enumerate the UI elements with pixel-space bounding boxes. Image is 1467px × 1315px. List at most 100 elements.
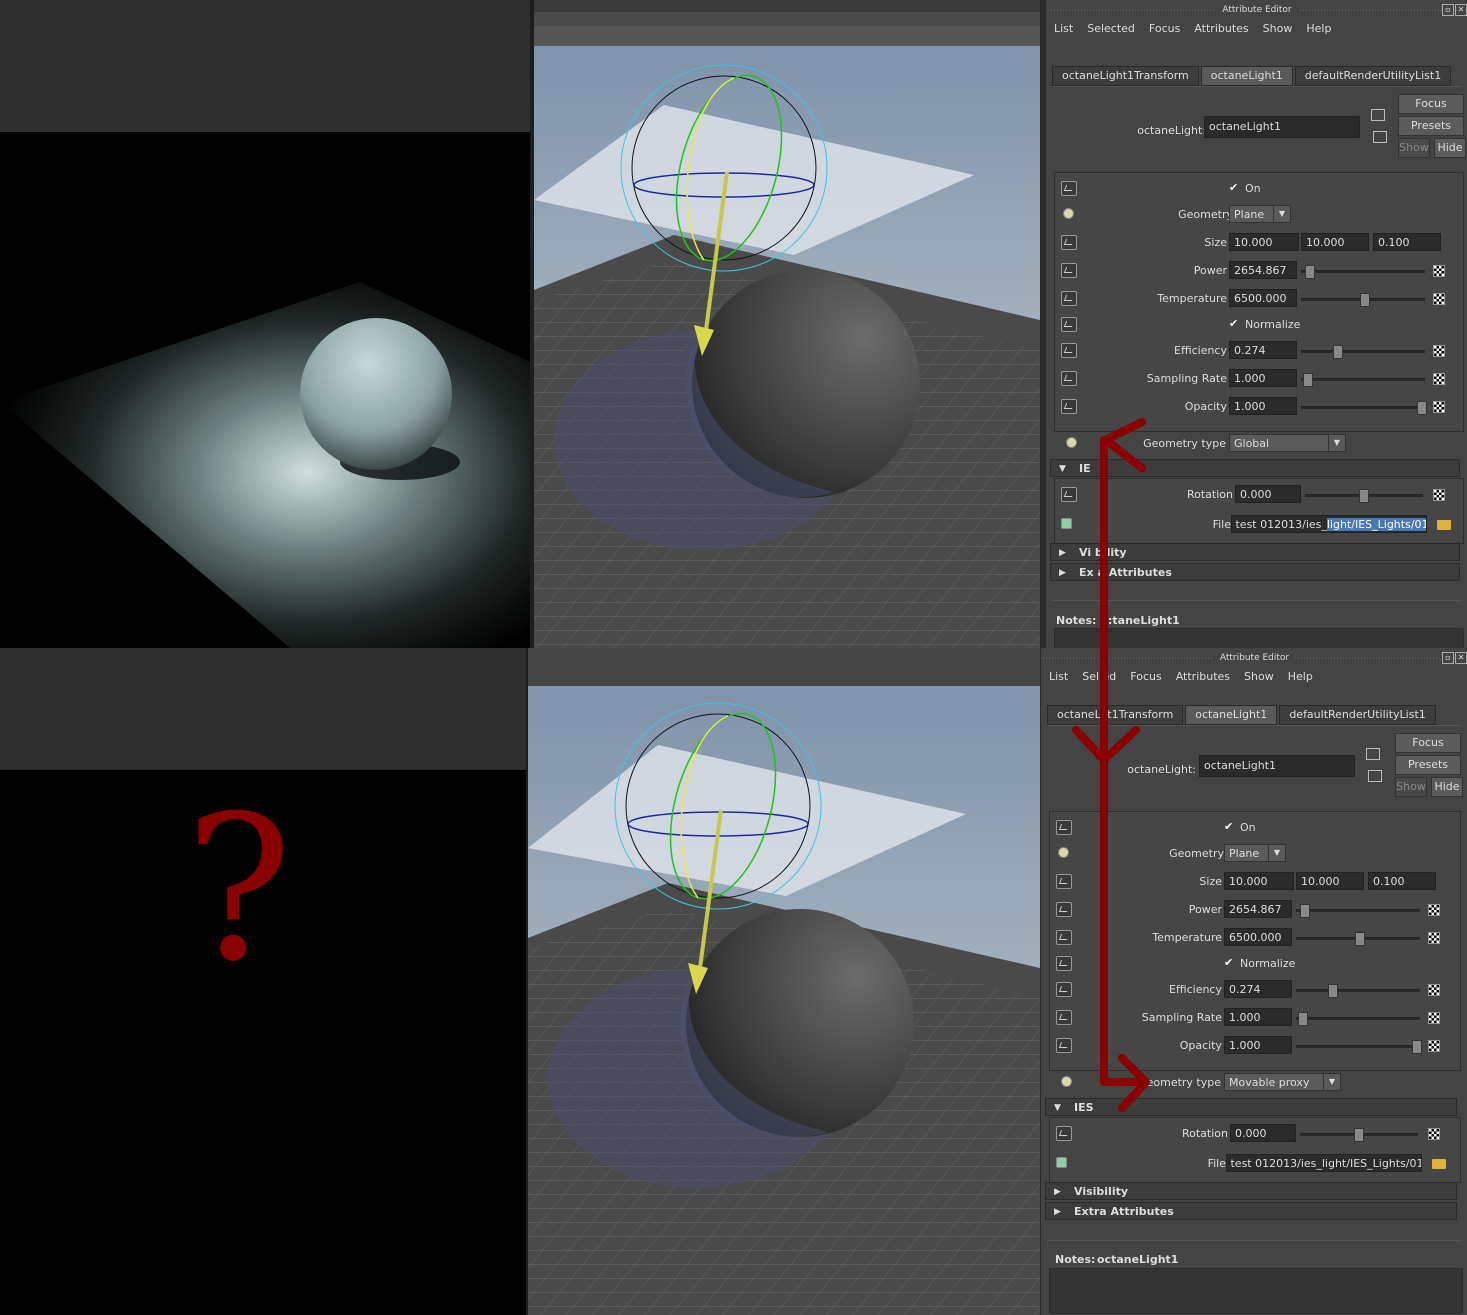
notes-text-area[interactable] (1054, 628, 1464, 648)
restore-icon[interactable]: ▫ (1442, 652, 1454, 664)
connection-icon[interactable] (1061, 181, 1077, 196)
normalize-checkbox[interactable]: ✔ (1224, 957, 1235, 968)
slider-handle[interactable] (1360, 293, 1370, 307)
checker-map-icon[interactable] (1428, 932, 1440, 944)
rotation-slider[interactable] (1305, 489, 1423, 503)
notes-text-area[interactable] (1049, 1268, 1463, 1314)
opacity-field[interactable]: 1.000 (1229, 397, 1297, 415)
efficiency-slider[interactable] (1301, 345, 1425, 359)
map-connection-icon[interactable] (1061, 235, 1077, 250)
checker-map-icon[interactable] (1433, 265, 1445, 277)
power-field[interactable]: 2654.867 (1224, 900, 1292, 918)
geometry-type-dropdown[interactable]: Movable proxy ▼ (1224, 1073, 1341, 1091)
tab-octane-light[interactable]: octaneLight1 (1185, 705, 1278, 725)
hide-button[interactable]: Hide (1431, 777, 1463, 797)
size-y-field[interactable]: 10.000 (1301, 233, 1369, 251)
node-name-field[interactable]: octaneLight1 (1204, 116, 1360, 138)
slider-handle[interactable] (1412, 1040, 1422, 1054)
close-icon[interactable]: ✕ (1455, 4, 1467, 16)
checker-map-icon[interactable] (1428, 904, 1440, 916)
presets-button[interactable]: Presets (1398, 116, 1464, 136)
menu-help[interactable]: Help (1306, 22, 1331, 40)
focus-button[interactable]: Focus (1395, 733, 1461, 753)
efficiency-field[interactable]: 0.274 (1229, 341, 1297, 359)
map-connection-icon[interactable] (1061, 399, 1077, 414)
geometry-type-dropdown[interactable]: Global ▼ (1229, 434, 1346, 452)
sampling-rate-field[interactable]: 1.000 (1224, 1008, 1292, 1026)
section-visibility[interactable]: ▶ Visibility (1045, 1182, 1457, 1200)
on-checkbox[interactable]: ✔ (1229, 182, 1240, 193)
map-connection-icon[interactable] (1061, 371, 1077, 386)
size-y-field[interactable]: 10.000 (1296, 872, 1364, 890)
power-slider[interactable] (1296, 904, 1420, 918)
slider-handle[interactable] (1303, 373, 1313, 387)
normalize-checkbox[interactable]: ✔ (1229, 318, 1240, 329)
menu-attributes[interactable]: Attributes (1176, 670, 1230, 688)
size-x-field[interactable]: 10.000 (1229, 233, 1299, 251)
folder-icon[interactable] (1432, 1159, 1446, 1169)
slider-handle[interactable] (1355, 932, 1365, 946)
section-extra-attributes[interactable]: ▶ Extra Attributes (1045, 1202, 1457, 1220)
temperature-field[interactable]: 6500.000 (1229, 289, 1297, 307)
output-connection-icon[interactable] (1373, 131, 1387, 143)
menu-attributes[interactable]: Attributes (1194, 22, 1248, 40)
opacity-field[interactable]: 1.000 (1224, 1036, 1292, 1054)
opacity-slider[interactable] (1296, 1040, 1422, 1054)
focus-button[interactable]: Focus (1398, 94, 1464, 114)
file-node-icon[interactable] (1056, 1157, 1067, 1168)
input-connection-icon[interactable] (1371, 109, 1385, 121)
map-connection-icon[interactable] (1061, 487, 1077, 502)
output-connection-icon[interactable] (1368, 770, 1382, 782)
connection-icon[interactable] (1056, 820, 1072, 835)
tab-render-utility[interactable]: defaultRenderUtilityList1 (1279, 705, 1436, 725)
temperature-slider[interactable] (1301, 293, 1425, 307)
folder-icon[interactable] (1437, 520, 1451, 530)
checker-map-icon[interactable] (1428, 1040, 1440, 1052)
viewport-bottom[interactable] (528, 648, 1040, 1315)
viewport-top[interactable] (534, 0, 1040, 648)
sampling-rate-slider[interactable] (1301, 373, 1425, 387)
power-slider[interactable] (1301, 265, 1425, 279)
slider-handle[interactable] (1359, 489, 1369, 503)
close-icon[interactable]: ✕ (1455, 652, 1467, 664)
rotation-slider[interactable] (1300, 1128, 1418, 1142)
slider-handle[interactable] (1333, 345, 1343, 359)
restore-icon[interactable]: ▫ (1442, 4, 1454, 16)
tab-octane-light[interactable]: octaneLight1 (1200, 66, 1293, 86)
geometry-dropdown[interactable]: Plane ▼ (1224, 844, 1286, 862)
geometry-dropdown[interactable]: Plane ▼ (1229, 205, 1291, 223)
menu-list[interactable]: List (1054, 22, 1073, 40)
checker-map-icon[interactable] (1433, 401, 1445, 413)
map-connection-icon[interactable] (1056, 1038, 1072, 1053)
file-node-icon[interactable] (1061, 518, 1072, 529)
map-connection-icon[interactable] (1061, 343, 1077, 358)
section-ies[interactable]: ▼ IES (1045, 1098, 1457, 1116)
slider-handle[interactable] (1300, 904, 1310, 918)
map-connection-icon[interactable] (1061, 291, 1077, 306)
connection-icon[interactable] (1056, 956, 1072, 971)
rotation-field[interactable]: 0.000 (1230, 1124, 1296, 1142)
file-path-field[interactable]: test 012013/ies_light/IES_Lights/01.ies (1226, 1154, 1422, 1172)
rotation-field[interactable]: 0.000 (1235, 485, 1301, 503)
checker-map-icon[interactable] (1428, 984, 1440, 996)
menu-help[interactable]: Help (1288, 670, 1313, 688)
size-z-field[interactable]: 0.100 (1373, 233, 1441, 251)
presets-button[interactable]: Presets (1395, 755, 1461, 775)
light-bulb-icon[interactable] (1058, 847, 1069, 858)
menu-focus[interactable]: Focus (1130, 670, 1161, 688)
map-connection-icon[interactable] (1061, 263, 1077, 278)
light-bulb-icon[interactable] (1063, 208, 1074, 219)
on-checkbox[interactable]: ✔ (1224, 821, 1235, 832)
menu-selected[interactable]: Sel ed (1082, 670, 1116, 688)
map-connection-icon[interactable] (1056, 902, 1072, 917)
size-x-field[interactable]: 10.000 (1224, 872, 1294, 890)
show-button[interactable]: Show (1395, 777, 1427, 797)
section-visibility[interactable]: ▶ Vi bility (1050, 543, 1460, 561)
slider-handle[interactable] (1328, 984, 1338, 998)
temperature-slider[interactable] (1296, 932, 1420, 946)
slider-handle[interactable] (1305, 265, 1315, 279)
show-button[interactable]: Show (1398, 138, 1430, 158)
menu-focus[interactable]: Focus (1149, 22, 1180, 40)
section-ies[interactable]: ▼ IE (1050, 459, 1460, 477)
checker-map-icon[interactable] (1433, 293, 1445, 305)
